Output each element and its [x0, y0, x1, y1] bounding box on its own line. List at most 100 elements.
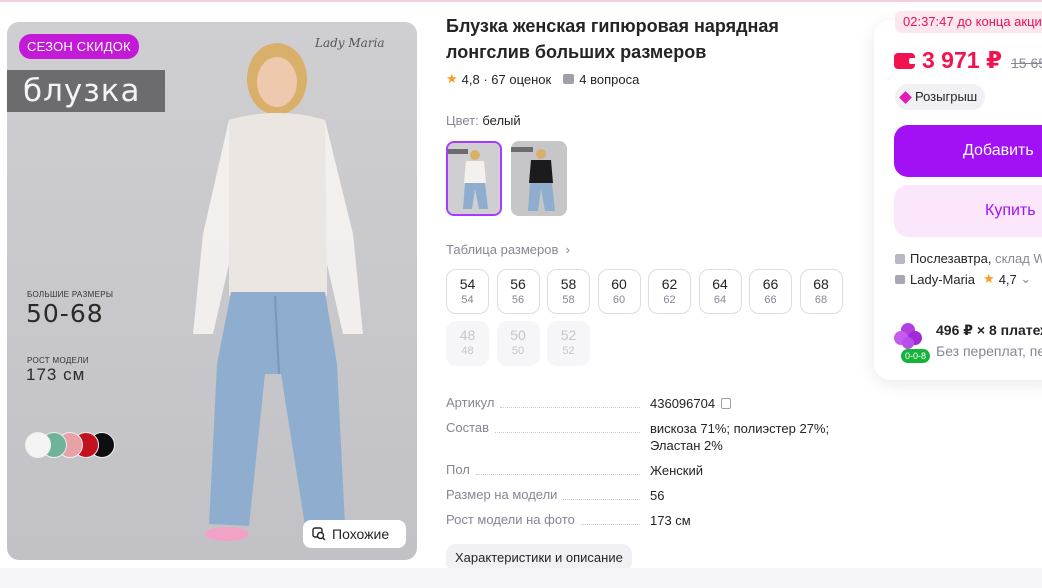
page-bottom-strip — [0, 568, 1042, 588]
size-option[interactable]: 68 68 — [799, 269, 843, 314]
spec-leader-dots — [495, 432, 640, 433]
top-divider — [0, 0, 1042, 2]
installment-badge: 0-0-8 — [901, 349, 931, 363]
seller-rating: 4,7 — [998, 271, 1017, 287]
separator-dot: · — [479, 71, 492, 87]
similar-button[interactable]: Похожие — [303, 520, 406, 548]
height-value: 173 см — [26, 365, 86, 384]
product-title: Блузка женская гипюровая нарядная лонгсл… — [446, 16, 779, 62]
size-option[interactable]: 66 66 — [749, 269, 792, 314]
spec-label: Рост модели на фото — [446, 512, 575, 527]
color-value: белый — [482, 113, 521, 128]
size-ru-label: 60 — [612, 294, 626, 306]
buy-now-button[interactable]: Купить — [894, 185, 1042, 237]
rating-row: ★ 4,8 · 67 оценок 4 вопроса — [446, 71, 639, 87]
promo-timer: 02:37:47 до конца акции — [895, 11, 1042, 33]
spec-value-text: Эластан 2% — [650, 438, 723, 453]
size-label: 48 — [459, 327, 476, 343]
warehouse-label: склад W — [991, 251, 1042, 266]
reviews-link[interactable]: 67 оценок — [491, 72, 551, 87]
seller-name: Lady-Maria — [910, 271, 976, 287]
chevron-right-icon: › — [562, 242, 570, 257]
size-table-link[interactable]: Таблица размеров › — [446, 242, 570, 257]
warehouse-text: склад W — [995, 251, 1042, 266]
add-to-cart-button[interactable]: Добавить — [894, 125, 1042, 177]
size-ru-label: 52 — [562, 345, 575, 357]
size-label: 64 — [712, 276, 728, 292]
size-option-unavailable: 52 52 — [547, 321, 590, 366]
spec-value-text[interactable]: 436096704 — [650, 396, 715, 411]
size-label: 62 — [661, 276, 678, 292]
size-label: 56 — [510, 276, 526, 292]
raffle-label: Розыгрыш — [915, 89, 978, 104]
delivery-row[interactable]: Послезавтра, склад W — [895, 251, 1042, 266]
size-label: 58 — [560, 276, 577, 292]
size-label: 68 — [813, 276, 829, 292]
size-option[interactable]: 62 62 — [648, 269, 691, 314]
chevron-down-icon: ⌄ — [1016, 271, 1032, 286]
spec-value: Женский — [650, 462, 703, 479]
spec-leader-dots — [563, 499, 640, 500]
search-similar-icon — [312, 527, 326, 541]
installment-title[interactable]: 496 ₽ × 8 платеж — [936, 322, 1042, 339]
spec-value: вискоза 71%; полиэстер 27%; Эластан 2% — [650, 420, 829, 454]
similar-label: Похожие — [332, 526, 390, 542]
size-ru-label: 58 — [562, 294, 575, 306]
spec-value: 436096704 — [650, 395, 732, 412]
size-option-unavailable: 50 50 — [496, 321, 540, 366]
raffle-badge[interactable]: Розыгрыш — [895, 84, 986, 110]
old-price: 15 65 — [1011, 55, 1042, 71]
color-thumb-black[interactable] — [511, 141, 567, 216]
season-sale-badge: СЕЗОН СКИДОК — [19, 34, 139, 59]
size-ru-label: 64 — [713, 294, 727, 306]
size-ru-label: 50 — [511, 345, 525, 357]
size-label: 54 — [459, 276, 476, 292]
question-icon — [563, 74, 575, 84]
color-label: Цвет: — [446, 113, 479, 128]
copy-icon[interactable] — [721, 398, 732, 409]
spec-value: 56 — [650, 487, 664, 504]
size-range: 50-68 — [26, 299, 104, 328]
size-table-label: Таблица размеров — [446, 242, 559, 257]
size-ru-label: 62 — [663, 294, 676, 306]
installment-subtitle: Без переплат, пе — [936, 343, 1042, 359]
star-icon: ★ — [983, 271, 995, 286]
spec-leader-dots — [580, 524, 640, 525]
photo-title-banner: блузка — [7, 70, 165, 112]
color-thumb-white[interactable] — [446, 141, 502, 216]
questions-link[interactable]: 4 вопроса — [579, 72, 639, 87]
spec-label: Размер на модели — [446, 487, 558, 502]
thumb-image — [448, 143, 500, 214]
product-photo[interactable]: СЕЗОН СКИДОК блузка Lady Maria БОЛЬШИЕ Р… — [7, 22, 417, 560]
size-ru-label: 68 — [814, 294, 828, 306]
color-swatch — [25, 432, 51, 458]
spec-label: Пол — [446, 462, 470, 477]
spec-value-text: вискоза 71%; полиэстер 27%; — [650, 421, 830, 436]
delivery-date: Послезавтра, — [910, 251, 992, 266]
size-label: 50 — [510, 327, 526, 343]
clover-icon — [894, 323, 922, 349]
size-option[interactable]: 56 56 — [496, 269, 540, 314]
current-price: 3 971 ₽ — [922, 47, 1002, 73]
spec-label: Состав — [446, 420, 490, 435]
color-row: Цвет: белый — [446, 113, 521, 128]
size-label: 66 — [762, 276, 779, 292]
size-option[interactable]: 54 54 — [446, 269, 489, 314]
spec-value-text: 173 см — [650, 513, 691, 528]
size-option[interactable]: 58 58 — [547, 269, 590, 314]
size-caption: БОЛЬШИЕ РАЗМЕРЫ — [27, 290, 114, 299]
size-ru-label: 66 — [764, 294, 777, 306]
seller-row[interactable]: Lady-Maria ★ 4,7 ⌄ — [895, 271, 1031, 287]
spec-value-text: 56 — [650, 488, 665, 503]
size-ru-label: 56 — [511, 294, 525, 306]
size-label: 52 — [560, 327, 577, 343]
wallet-icon — [894, 53, 916, 69]
model-figure — [193, 43, 363, 541]
diamond-icon — [899, 90, 912, 104]
spec-label: Артикул — [446, 395, 495, 410]
height-caption: РОСТ МОДЕЛИ — [27, 356, 89, 365]
rating-value: 4,8 — [461, 71, 480, 87]
size-option-unavailable: 48 48 — [446, 321, 489, 366]
size-option[interactable]: 64 64 — [698, 269, 742, 314]
size-option[interactable]: 60 60 — [597, 269, 641, 314]
